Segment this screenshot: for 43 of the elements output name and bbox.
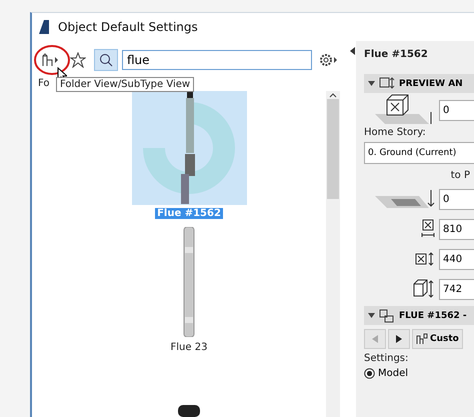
star-icon [70, 52, 86, 68]
parameters-icon [379, 308, 395, 322]
section-header[interactable]: PREVIEW AN [364, 74, 474, 93]
model-radio[interactable]: Model [364, 368, 474, 379]
panel-title: Flue #1562 [364, 49, 429, 60]
radio-icon[interactable] [364, 368, 375, 379]
scroll-up-icon[interactable] [329, 91, 337, 99]
home-story-dropdown[interactable]: 0. Ground (Current) [364, 142, 474, 164]
width-icon [421, 219, 435, 239]
search-field[interactable]: flue [122, 50, 312, 70]
tooltip: Folder View/SubType View [56, 77, 194, 92]
dimension-field[interactable]: 810 [439, 218, 474, 240]
dimension-field[interactable]: 440 [439, 248, 474, 270]
dimension-field[interactable]: 0 [439, 188, 474, 210]
section-title: FLUE #1562 - [399, 310, 467, 320]
preview-icon [379, 76, 395, 90]
object-name: Flue 23 [170, 342, 208, 353]
custom-button[interactable]: Custo [412, 329, 463, 349]
section-title: PREVIEW AN [399, 78, 463, 88]
section-header[interactable]: FLUE #1562 - [364, 306, 474, 325]
folder-label: Fo [37, 77, 50, 91]
collapse-triangle-icon[interactable] [368, 312, 375, 319]
parameters-icon [416, 333, 428, 345]
settings-label: Settings: [364, 353, 410, 364]
left-triangle-icon [372, 335, 378, 343]
right-triangle-icon [396, 335, 402, 343]
search-toggle-button[interactable] [94, 49, 118, 71]
scrollbar[interactable] [326, 91, 340, 417]
folder-tree-icon [41, 53, 59, 67]
app-logo-icon [38, 20, 50, 34]
collapse-triangle-icon[interactable] [368, 80, 375, 87]
relative-label: to P [450, 170, 470, 180]
box-height-icon [413, 279, 435, 299]
dimension-field[interactable]: 742 [439, 278, 474, 300]
object-name: Flue #1562 [155, 208, 223, 219]
slab-elevation-icon [373, 188, 435, 210]
next-button[interactable] [388, 329, 410, 349]
home-story-label: Home Story: [364, 127, 427, 138]
depth-icon [415, 252, 435, 266]
search-icon [99, 53, 113, 67]
window-title: Object Default Settings [58, 20, 198, 34]
offset-field[interactable]: 0 [439, 100, 474, 120]
settings-icon [318, 52, 338, 68]
